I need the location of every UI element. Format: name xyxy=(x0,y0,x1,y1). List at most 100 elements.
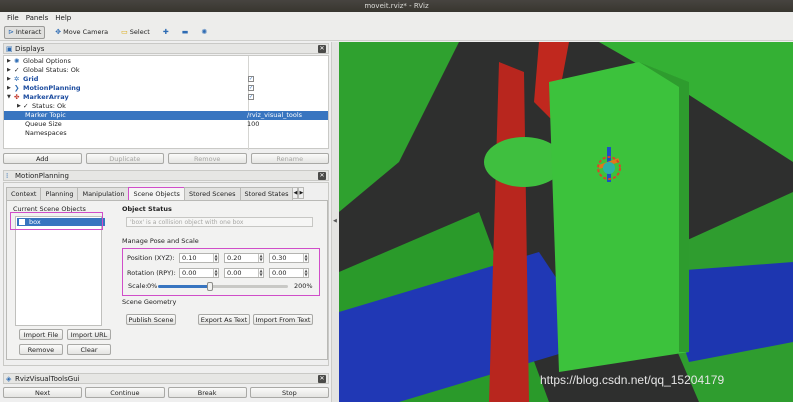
continue-button[interactable]: Continue xyxy=(85,387,165,398)
rviz-visual-tools-title: RvizVisualToolsGui xyxy=(15,374,80,383)
scale-slider-fill xyxy=(158,285,210,288)
expand-arrow-icon[interactable]: ▶ xyxy=(17,102,21,111)
motion-planning-icon: ❯ xyxy=(14,84,20,92)
gear-icon: ✺ xyxy=(14,57,20,65)
rotation-r-value: 0.00 xyxy=(182,269,197,277)
tree-row-motion-planning[interactable]: ▶ ❯ MotionPlanning ✓ xyxy=(4,84,328,93)
break-button[interactable]: Break xyxy=(167,387,247,398)
close-icon[interactable]: ✕ xyxy=(318,172,326,180)
tree-row-namespaces[interactable]: Namespaces xyxy=(4,129,328,138)
position-y-spinbox[interactable]: 0.20 ▲ ▼ xyxy=(224,253,264,263)
tree-row-global-options[interactable]: ▶ ✺ Global Options xyxy=(4,57,328,66)
tab-stored-scenes[interactable]: Stored Scenes xyxy=(183,187,241,200)
3d-viewport[interactable] xyxy=(339,42,793,402)
position-x-value: 0.10 xyxy=(182,254,197,262)
grid-icon: ✲ xyxy=(14,75,20,83)
export-as-text-button[interactable]: Export As Text xyxy=(198,314,250,325)
rotation-label: Rotation (RPY): xyxy=(127,269,176,277)
import-file-button[interactable]: Import File xyxy=(19,329,63,340)
position-x-spinbox[interactable]: 0.10 ▲ ▼ xyxy=(179,253,219,263)
close-icon[interactable]: ✕ xyxy=(318,375,326,383)
tree-row-marker-topic[interactable]: Marker Topic/rviz_visual_tools xyxy=(4,111,328,120)
panel-icon: ◈ xyxy=(6,375,12,383)
tree-label: Global Options xyxy=(23,57,71,65)
tree-label: Status: Ok xyxy=(32,102,66,110)
rotation-y-value: 0.00 xyxy=(272,269,287,277)
scale-max-label: 200% xyxy=(294,282,313,290)
expand-arrow-icon[interactable]: ▶ xyxy=(7,75,11,84)
check-icon: ✓ xyxy=(14,66,20,74)
publish-scene-button[interactable]: Publish Scene xyxy=(126,314,176,325)
tree-row-grid[interactable]: ▶ ✲ Grid ✓ xyxy=(4,75,328,84)
displays-title: Displays xyxy=(15,44,45,53)
marker-topic-value[interactable]: /rviz_visual_tools xyxy=(247,111,302,120)
motion-planning-enabled-checkbox[interactable]: ✓ xyxy=(248,85,254,91)
tab-planning[interactable]: Planning xyxy=(40,187,79,200)
spin-arrows-icon[interactable]: ▲ ▼ xyxy=(303,269,308,277)
tab-context[interactable]: Context xyxy=(6,187,42,200)
tree-label: Grid xyxy=(23,75,39,83)
add-display-button[interactable]: Add xyxy=(3,153,82,164)
collapse-arrow-icon[interactable]: ▼ xyxy=(7,93,11,102)
marker-array-enabled-checkbox[interactable]: ✓ xyxy=(248,94,254,100)
displays-panel-header: ▣ Displays ✕ xyxy=(3,43,329,54)
import-from-text-button[interactable]: Import From Text xyxy=(253,314,313,325)
tree-label: Namespaces xyxy=(25,129,67,137)
tree-row-status-ok[interactable]: ▶ ✓ Status: Ok xyxy=(4,102,328,111)
spin-arrows-icon[interactable]: ▲ ▼ xyxy=(258,269,263,277)
spin-arrows-icon[interactable]: ▲ ▼ xyxy=(258,254,263,262)
close-icon[interactable]: ✕ xyxy=(318,45,326,53)
rotation-p-spinbox[interactable]: 0.00 ▲ ▼ xyxy=(224,268,264,278)
grid-enabled-checkbox[interactable]: ✓ xyxy=(248,76,254,82)
object-status-field: 'box' is a collision object with one box xyxy=(126,217,313,227)
manage-pose-scale-label: Manage Pose and Scale xyxy=(122,237,199,245)
tab-scene-objects[interactable]: Scene Objects xyxy=(128,187,185,200)
rename-display-button[interactable]: Rename xyxy=(250,153,329,164)
scene-geometry-label: Scene Geometry xyxy=(122,298,177,306)
queue-size-value[interactable]: 100 xyxy=(247,120,259,129)
clear-objects-button[interactable]: Clear xyxy=(67,344,111,355)
spin-arrows-icon[interactable]: ▲ ▼ xyxy=(213,269,218,277)
position-z-spinbox[interactable]: 0.30 ▲ ▼ xyxy=(269,253,309,263)
collapse-arrow-icon[interactable]: ◀ xyxy=(333,218,337,224)
tree-label: Marker Topic xyxy=(25,111,66,119)
duplicate-display-button[interactable]: Duplicate xyxy=(85,153,164,164)
tree-row-global-status[interactable]: ▶ ✓ Global Status: Ok xyxy=(4,66,328,75)
tab-stored-states[interactable]: Stored States xyxy=(239,187,294,200)
spin-arrows-icon[interactable]: ▲ ▼ xyxy=(213,254,218,262)
dock-splitter-handle[interactable]: ◀ xyxy=(331,42,339,402)
motion-planning-tabs: Context Planning Manipulation Scene Obje… xyxy=(6,187,328,200)
tree-row-queue-size[interactable]: Queue Size 100 xyxy=(4,120,328,129)
tree-row-marker-array[interactable]: ▼ ✤ MarkerArray ✓ xyxy=(4,93,328,102)
import-url-button[interactable]: Import URL xyxy=(67,329,111,340)
position-y-value: 0.20 xyxy=(227,254,242,262)
tab-manipulation[interactable]: Manipulation xyxy=(77,187,130,200)
next-button[interactable]: Next xyxy=(3,387,83,398)
rviz-visual-tools-buttons: Next Continue Break Stop xyxy=(3,387,329,399)
stop-button[interactable]: Stop xyxy=(249,387,329,398)
spin-arrows-icon[interactable]: ▲ ▼ xyxy=(303,254,308,262)
scene-objects-list[interactable]: box xyxy=(15,216,105,326)
tree-label: MotionPlanning xyxy=(23,84,81,92)
window-title: moveit.rviz* - RViz xyxy=(364,2,429,10)
watermark-text: https://blog.csdn.net/qq_15204179 xyxy=(540,373,725,387)
scale-slider-handle[interactable] xyxy=(207,282,213,291)
rotation-r-spinbox[interactable]: 0.00 ▲ ▼ xyxy=(179,268,219,278)
motion-planning-title: MotionPlanning xyxy=(15,171,69,180)
rotation-y-spinbox[interactable]: 0.00 ▲ ▼ xyxy=(269,268,309,278)
rotation-p-value: 0.00 xyxy=(227,269,242,277)
remove-object-button[interactable]: Remove xyxy=(19,344,63,355)
tab-scroll-right-icon[interactable]: ▶ xyxy=(298,187,305,199)
expand-arrow-icon[interactable]: ▶ xyxy=(7,66,11,75)
3d-scene[interactable] xyxy=(339,42,793,402)
displays-tree: ▶ ✺ Global Options ▶ ✓ Global Status: Ok ▶ ✲ G… xyxy=(3,55,329,150)
collision-box-front xyxy=(549,62,689,372)
marker-center[interactable] xyxy=(603,162,615,174)
scale-label: Scale: xyxy=(128,282,148,290)
expand-arrow-icon[interactable]: ▶ xyxy=(7,57,11,66)
check-icon: ✓ xyxy=(23,102,29,110)
expand-arrow-icon[interactable]: ▶ xyxy=(7,84,11,93)
scale-slider[interactable] xyxy=(158,282,288,291)
remove-display-button[interactable]: Remove xyxy=(168,153,247,164)
marker-icon: ✤ xyxy=(14,93,20,101)
